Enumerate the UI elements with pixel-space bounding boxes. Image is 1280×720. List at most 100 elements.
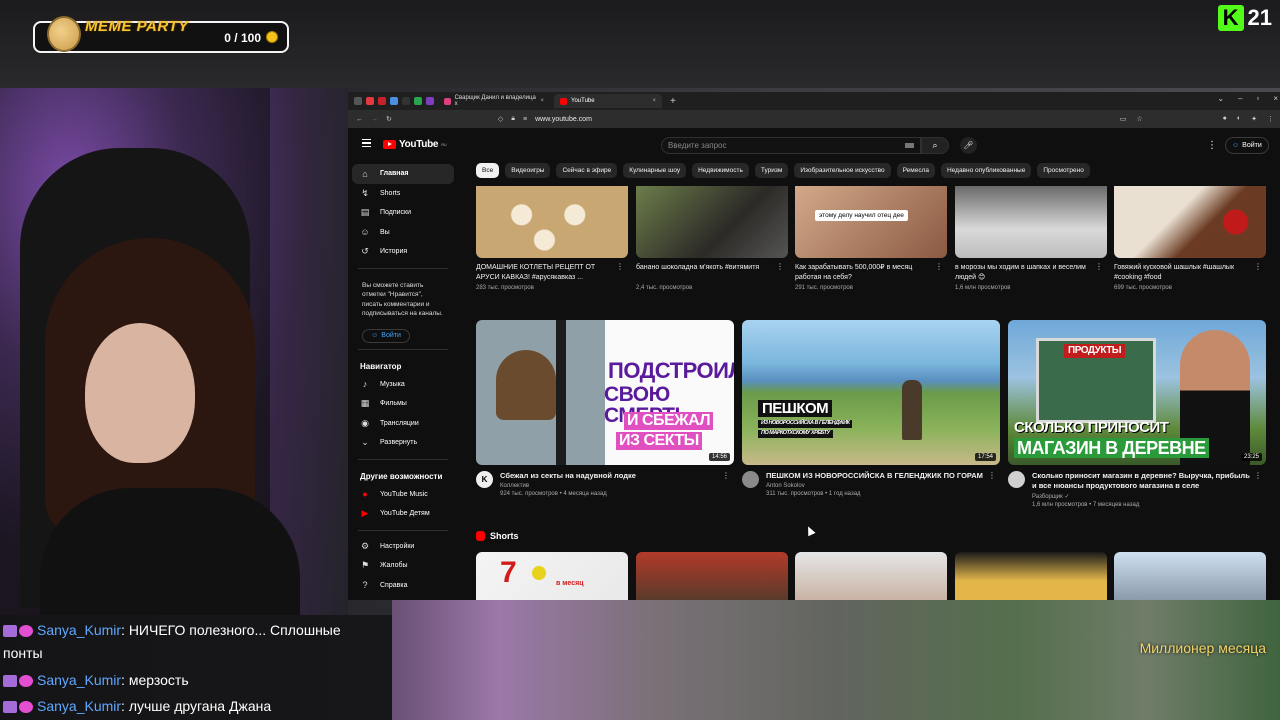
tab-close-button[interactable]: × [652, 98, 656, 104]
video-title[interactable]: Говяжий кусковой шашлык #шашлык #cooking… [1114, 263, 1266, 283]
minimize-button[interactable]: – [1238, 94, 1242, 103]
chip[interactable]: Сейчас в эфире [556, 163, 618, 178]
sidebar-item-films[interactable]: ▦ Фильмы [348, 394, 458, 414]
channel-name[interactable]: Коллектив [500, 483, 724, 489]
settings-kebab-icon[interactable]: ⋮ [1207, 140, 1217, 151]
video-thumbnail[interactable]: этому делу научил отец дее [795, 186, 947, 258]
more-options-icon[interactable]: ⋮ [935, 262, 943, 271]
youtube-logo[interactable]: YouTube RU [383, 139, 447, 150]
sidebar-item-youtube-music[interactable]: ● YouTube Music [348, 485, 458, 505]
video-card[interactable]: ПОДСТРОИЛ СВОЮ СМЕРТЬ И СБЕЖАЛ ИЗ СЕКТЫ … [476, 320, 734, 497]
puzzle-icon[interactable]: ✦ [1251, 115, 1257, 123]
chip[interactable]: Кулинарные шоу [623, 163, 687, 178]
video-title[interactable]: Сбежал из секты на надувной лодке [500, 471, 724, 481]
search-button[interactable]: ⌕ [921, 137, 949, 154]
sidebar-item-subscriptions[interactable]: ▤ Подписки [348, 203, 458, 223]
video-thumbnail[interactable] [476, 186, 628, 258]
url-field[interactable]: www.youtube.com [535, 116, 592, 123]
sidebar-item-live[interactable]: ◉ Трансляции [348, 414, 458, 434]
sidebar-item-settings[interactable]: ⚙ Настройки [348, 537, 458, 557]
chip[interactable]: Изобразительное искусство [794, 163, 891, 178]
pinned-tab-icon[interactable] [402, 97, 410, 105]
channel-avatar[interactable] [742, 471, 759, 488]
sign-in-button[interactable]: ☺ Войти [1225, 137, 1269, 154]
tab-actions-icon[interactable] [354, 97, 362, 105]
chip-all[interactable]: Все [476, 163, 500, 178]
video-title[interactable]: ПЕШКОМ ИЗ НОВОРОССИЙСКА В ГЕЛЕНДЖИК ПО Г… [766, 471, 990, 481]
chip[interactable]: Видеоигры [505, 163, 551, 178]
sidebar-item-expand[interactable]: ⌄ Развернуть [348, 433, 458, 453]
maximize-button[interactable]: ▫ [1256, 94, 1259, 103]
video-title[interactable]: ДОМАШНИЕ КОТЛЕТЫ РЕЦЕПТ ОТ АРУСИ КАВКАЗ!… [476, 263, 628, 283]
chip[interactable]: Недавно опубликованные [940, 163, 1032, 178]
video-card[interactable]: в морозы мы ходим в шапках и веселим люд… [955, 186, 1107, 291]
pinned-tab-icon[interactable] [378, 97, 386, 105]
bookmark-star-icon[interactable]: ☆ [1136, 115, 1142, 123]
video-card[interactable]: Говяжий кусковой шашлык #шашлык #cooking… [1114, 186, 1266, 291]
more-options-icon[interactable]: ⋮ [1095, 262, 1103, 271]
tab-video[interactable]: Сварщик Данил и владелица х × [438, 94, 550, 108]
shield-icon[interactable]: ◇ [498, 115, 503, 123]
short-thumbnail[interactable] [1114, 552, 1266, 600]
chip[interactable]: Недвижимость [692, 163, 749, 178]
pinned-tab-icon[interactable] [390, 97, 398, 105]
video-card[interactable]: этому делу научил отец дее Как зарабатыв… [795, 186, 947, 291]
short-thumbnail[interactable] [795, 552, 947, 600]
sidebar-item-shorts[interactable]: ↯ Shorts [348, 184, 458, 204]
keyboard-icon[interactable] [905, 143, 914, 148]
close-window-button[interactable]: × [1273, 94, 1278, 103]
hamburger-menu-icon[interactable] [362, 139, 371, 147]
more-options-icon[interactable]: ⋮ [1254, 262, 1262, 271]
sidebar-sign-in-button[interactable]: ☺ Войти [362, 328, 410, 343]
tab-search-button[interactable]: ⌄ [1217, 94, 1224, 103]
profile-icon[interactable]: ◐ [1237, 115, 1241, 123]
sidebar-item-music[interactable]: ♪ Музыка [348, 375, 458, 395]
tab-youtube[interactable]: YouTube × [554, 94, 662, 108]
chip[interactable]: Туризм [754, 163, 789, 178]
sidebar-item-youtube-kids[interactable]: ▶ YouTube Детям [348, 504, 458, 524]
video-card[interactable]: ПЕШКОМ ИЗ НОВОРОССИЙСКА В ГЕЛЕНДЖИК ПО М… [742, 320, 1000, 497]
pinned-tab-icon[interactable] [414, 97, 422, 105]
reader-icon[interactable]: ▭ [1120, 115, 1127, 123]
short-thumbnail[interactable] [955, 552, 1107, 600]
short-thumbnail[interactable]: 7 в месяц [476, 552, 628, 600]
chip[interactable]: Просмотрено [1037, 163, 1090, 178]
search-input[interactable]: Введите запрос [661, 137, 921, 154]
pinned-tab-icon[interactable] [366, 97, 374, 105]
channel-name[interactable]: Разборщик ✓ [1032, 493, 1256, 500]
more-options-icon[interactable]: ⋮ [776, 262, 784, 271]
sidebar-item-help[interactable]: ? Справка [348, 576, 458, 596]
video-thumbnail[interactable] [955, 186, 1107, 258]
site-settings-icon[interactable]: ≡ [523, 116, 527, 123]
video-thumbnail[interactable] [1114, 186, 1266, 258]
video-card[interactable]: ДОМАШНИЕ КОТЛЕТЫ РЕЦЕПТ ОТ АРУСИ КАВКАЗ!… [476, 186, 628, 291]
video-title[interactable]: в морозы мы ходим в шапках и веселим люд… [955, 263, 1107, 283]
short-thumbnail[interactable] [636, 552, 788, 600]
new-tab-button[interactable]: + [670, 96, 676, 107]
back-icon[interactable]: ← [356, 116, 363, 123]
sidebar-item-reports[interactable]: ⚑ Жалобы [348, 556, 458, 576]
video-thumbnail[interactable] [636, 186, 788, 258]
sidebar-item-history[interactable]: ↺ История [348, 242, 458, 262]
video-thumbnail[interactable]: ПОДСТРОИЛ СВОЮ СМЕРТЬ И СБЕЖАЛ ИЗ СЕКТЫ … [476, 320, 734, 465]
extension-icon[interactable]: ● [1223, 115, 1227, 123]
more-options-icon[interactable]: ⋮ [722, 471, 730, 480]
channel-avatar[interactable]: K [476, 471, 493, 488]
chat-username[interactable]: Sanya_Kumir [37, 698, 121, 714]
reload-icon[interactable]: ↻ [386, 115, 392, 123]
more-options-icon[interactable]: ⋮ [616, 262, 624, 271]
video-card[interactable]: банано шоколадна м'якоть #витямитя 2,4 т… [636, 186, 788, 291]
tab-close-button[interactable]: × [540, 98, 544, 104]
lock-icon[interactable]: 🔒︎ [511, 115, 515, 123]
chip[interactable]: Ремесла [896, 163, 935, 178]
pinned-tab-icon[interactable] [426, 97, 434, 105]
video-title[interactable]: Как зарабатывать 500,000₽ в месяц работа… [795, 263, 947, 283]
voice-search-button[interactable]: 🎤︎ [960, 137, 977, 154]
channel-name[interactable]: Anton Sokolov [766, 483, 990, 489]
video-thumbnail[interactable]: ПЕШКОМ ИЗ НОВОРОССИЙСКА В ГЕЛЕНДЖИК ПО М… [742, 320, 1000, 465]
sidebar-item-you[interactable]: ☺ Вы [348, 223, 458, 243]
chat-username[interactable]: Sanya_Kumir [37, 672, 121, 688]
video-thumbnail[interactable]: ПРОДУКТЫ СКОЛЬКО ПРИНОСИТ МАГАЗИН В ДЕРЕ… [1008, 320, 1266, 465]
more-options-icon[interactable]: ⋮ [1254, 471, 1262, 480]
video-title[interactable]: банано шоколадна м'якоть #витямитя [636, 263, 788, 283]
